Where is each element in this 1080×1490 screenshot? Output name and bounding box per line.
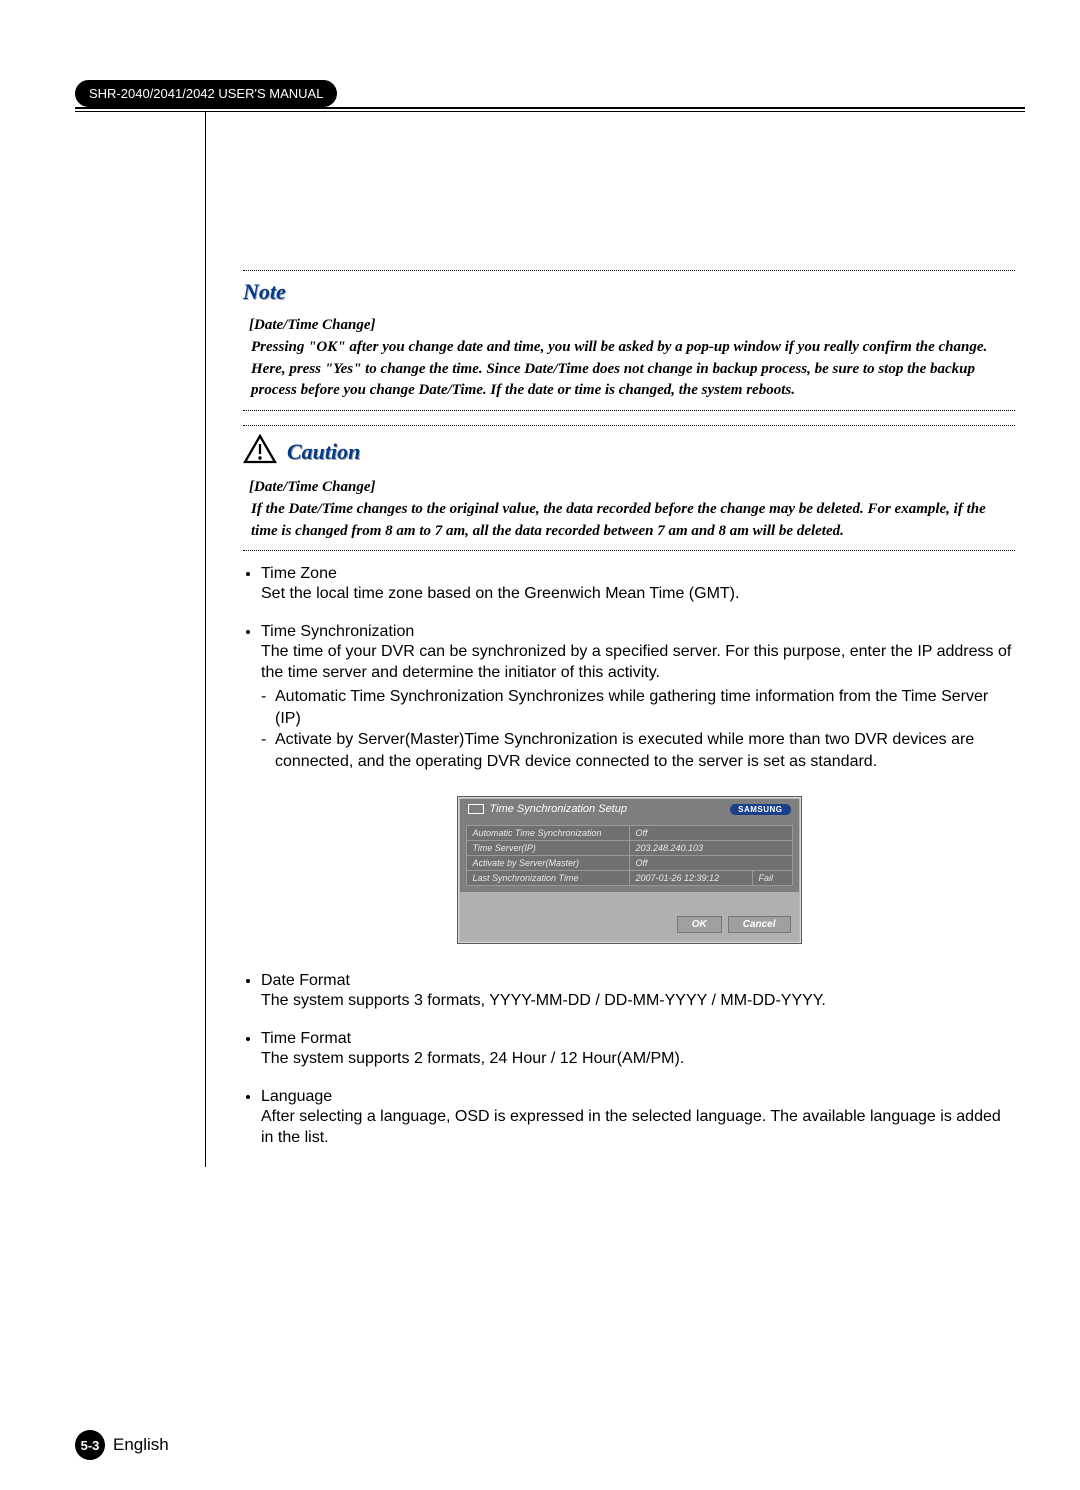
dialog-table: Automatic Time Synchronization Off Time …	[466, 825, 793, 886]
divider-thick	[75, 107, 1025, 109]
bullet-desc: The time of your DVR can be synchronized…	[261, 641, 1015, 684]
dotted-divider	[243, 425, 1015, 426]
dotted-divider	[243, 410, 1015, 411]
ok-button[interactable]: OK	[677, 916, 722, 933]
list-item: Time Zone Set the local time zone based …	[261, 565, 1015, 605]
bullet-title: Time Format	[261, 1030, 1015, 1048]
caution-block: [Date/Time Change] If the Date/Time chan…	[249, 477, 1015, 542]
dialog-title-bar: Time Synchronization Setup SAMSUNG	[460, 799, 799, 819]
bullet-title: Time Synchronization	[261, 623, 1015, 641]
bullet-title: Language	[261, 1088, 1015, 1106]
table-row: Last Synchronization Time 2007-01-26 12:…	[466, 871, 792, 886]
bullet-desc: The system supports 2 formats, 24 Hour /…	[261, 1048, 1015, 1070]
dialog-footer: OK Cancel	[460, 892, 799, 941]
dotted-divider	[243, 550, 1015, 551]
note-body: Pressing "OK" after you change date and …	[251, 337, 1015, 402]
page-number-badge: 5-3	[75, 1430, 105, 1460]
bullet-title: Date Format	[261, 972, 1015, 990]
last-sync-status: Fail	[752, 871, 792, 886]
list-item: Time Format The system supports 2 format…	[261, 1030, 1015, 1070]
list-item: Language After selecting a language, OSD…	[261, 1088, 1015, 1149]
list-item: Date Format The system supports 3 format…	[261, 972, 1015, 1012]
bullet-desc: The system supports 3 formats, YYYY-MM-D…	[261, 990, 1015, 1012]
content-row: Note [Date/Time Change] Pressing "OK" af…	[75, 112, 1025, 1167]
page-footer: 5-3 English	[75, 1430, 169, 1460]
dialog-body: Automatic Time Synchronization Off Time …	[460, 819, 799, 892]
sub-list-item: Activate by Server(Master)Time Synchroni…	[261, 729, 1015, 772]
table-row: Activate by Server(Master) Off	[466, 856, 792, 871]
bullet-desc: After selecting a language, OSD is expre…	[261, 1106, 1015, 1149]
activate-server-value[interactable]: Off	[629, 856, 792, 871]
table-row: Automatic Time Synchronization Off	[466, 826, 792, 841]
last-sync-label: Last Synchronization Time	[466, 871, 629, 886]
bullet-desc: Set the local time zone based on the Gre…	[261, 583, 1015, 605]
note-subtitle: [Date/Time Change]	[249, 315, 1015, 337]
sub-list-item: Automatic Time Synchronization Synchroni…	[261, 686, 1015, 729]
activate-server-label: Activate by Server(Master)	[466, 856, 629, 871]
caution-subtitle: [Date/Time Change]	[249, 477, 1015, 499]
sub-list: Automatic Time Synchronization Synchroni…	[261, 686, 1015, 772]
dialog-wrapper: Time Synchronization Setup SAMSUNG Autom…	[243, 796, 1015, 944]
manual-title-bar: SHR-2040/2041/2042 USER'S MANUAL	[75, 80, 337, 107]
bullet-list: Time Zone Set the local time zone based …	[261, 565, 1015, 772]
time-server-label: Time Server(IP)	[466, 841, 629, 856]
auto-sync-value[interactable]: Off	[629, 826, 792, 841]
page-container: SHR-2040/2041/2042 USER'S MANUAL Note [D…	[75, 80, 1025, 1430]
main-content: Note [Date/Time Change] Pressing "OK" af…	[206, 112, 1025, 1167]
bullet-title: Time Zone	[261, 565, 1015, 583]
bullet-list-2: Date Format The system supports 3 format…	[261, 972, 1015, 1148]
caution-heading-row: Caution	[243, 434, 1015, 469]
table-row: Time Server(IP) 203.248.240.103	[466, 841, 792, 856]
auto-sync-label: Automatic Time Synchronization	[466, 826, 629, 841]
dialog-title: Time Synchronization Setup	[468, 803, 627, 815]
window-icon	[468, 804, 484, 814]
manual-title: SHR-2040/2041/2042 USER'S MANUAL	[89, 86, 323, 101]
footer-language: English	[113, 1435, 169, 1455]
time-sync-dialog: Time Synchronization Setup SAMSUNG Autom…	[457, 796, 802, 944]
caution-body: If the Date/Time changes to the original…	[251, 499, 1015, 543]
note-block: [Date/Time Change] Pressing "OK" after y…	[249, 315, 1015, 402]
last-sync-value: 2007-01-26 12:39:12	[629, 871, 752, 886]
brand-badge: SAMSUNG	[730, 804, 790, 815]
list-item: Time Synchronization The time of your DV…	[261, 623, 1015, 773]
dotted-divider	[243, 270, 1015, 271]
warning-icon	[243, 434, 277, 469]
note-heading: Note	[243, 279, 1015, 305]
dialog-title-text: Time Synchronization Setup	[490, 803, 627, 815]
cancel-button[interactable]: Cancel	[728, 916, 791, 933]
caution-heading: Caution	[287, 439, 360, 465]
time-server-value[interactable]: 203.248.240.103	[629, 841, 792, 856]
